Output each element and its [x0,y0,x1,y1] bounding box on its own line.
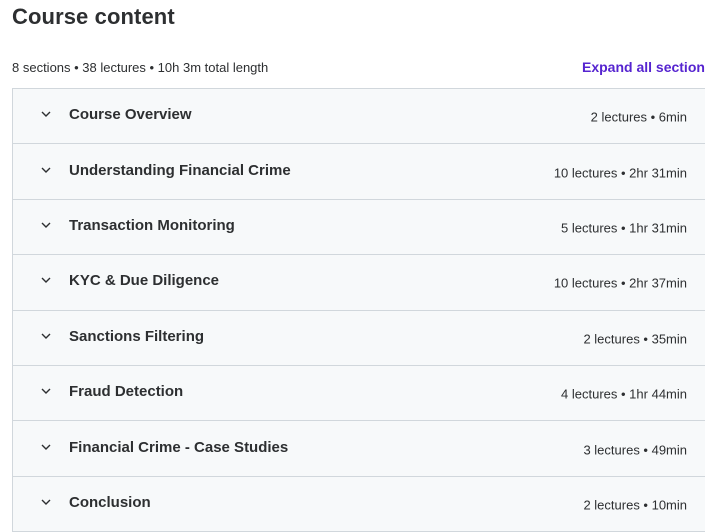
chevron-down-icon [41,109,51,119]
section-header[interactable]: Fraud Detection 4 lectures • 1hr 44min [13,365,705,422]
course-summary-row: 8 sections • 38 lectures • 10h 3m total … [12,58,705,78]
expand-all-sections-button[interactable]: Expand all sections [582,59,705,75]
section-header[interactable]: Financial Crime - Case Studies 3 lecture… [13,421,705,477]
section-title: Transaction Monitoring [69,216,235,234]
section-header[interactable]: Transaction Monitoring 5 lectures • 1hr … [13,199,705,256]
chevron-down-icon [41,275,51,285]
section-title: Conclusion [69,493,151,511]
section-title: Sanctions Filtering [69,327,205,345]
page-title: Course content [12,4,175,29]
course-summary: 8 sections • 38 lectures • 10h 3m total … [12,60,269,75]
chevron-down-icon [41,442,51,452]
chevron-down-icon [41,220,51,230]
chevron-down-icon [41,497,51,507]
section-meta: 5 lectures • 1hr 31min [561,220,687,236]
section-meta: 10 lectures • 2hr 37min [553,275,687,291]
chevron-down-icon [41,165,51,175]
section-meta: 2 lectures • 10min [583,497,687,513]
section-header[interactable]: KYC & Due Diligence 10 lectures • 2hr 37… [13,255,705,311]
section-title: Financial Crime - Case Studies [69,438,289,456]
section-meta: 4 lectures • 1hr 44min [561,386,687,402]
section-header[interactable]: Conclusion 2 lectures • 10min [13,476,705,532]
section-list: Course Overview 2 lectures • 6min Unders… [12,88,705,532]
section-header[interactable]: Sanctions Filtering 2 lectures • 35min [13,310,705,366]
chevron-down-icon [41,331,51,341]
section-meta: 3 lectures • 49min [583,441,687,457]
section-header[interactable]: Understanding Financial Crime 10 lecture… [13,144,705,200]
section-meta: 2 lectures • 6min [590,109,687,125]
chevron-down-icon [41,386,51,396]
section-title: Fraud Detection [69,382,184,400]
section-title: Course Overview [69,105,192,123]
section-title: Understanding Financial Crime [69,161,291,179]
section-meta: 2 lectures • 35min [583,331,687,346]
section-header[interactable]: Course Overview 2 lectures • 6min [13,89,705,145]
section-meta: 10 lectures • 2hr 31min [553,164,687,180]
section-title: KYC & Due Diligence [69,272,220,290]
